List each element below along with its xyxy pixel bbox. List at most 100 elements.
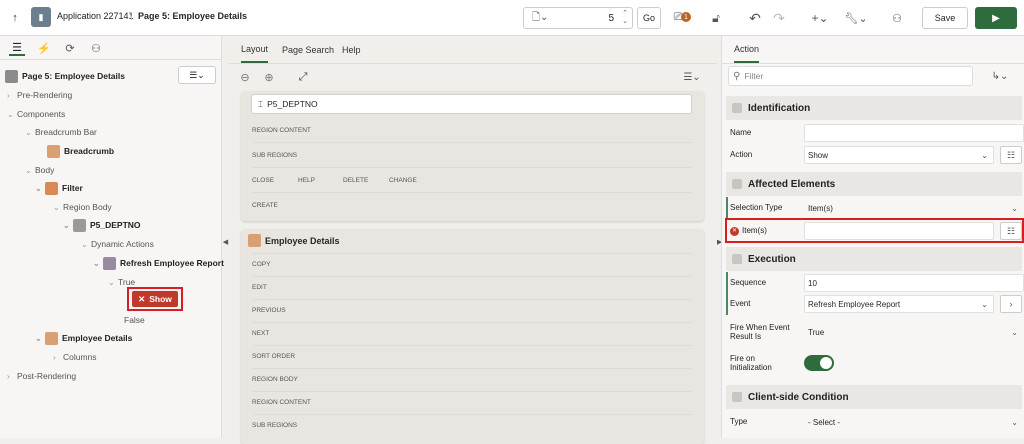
tab-action[interactable]: Action <box>734 36 760 63</box>
action-label: Action <box>730 150 753 160</box>
shared-components-icon[interactable]: ⚇ <box>886 8 908 28</box>
go-button[interactable]: Go <box>637 7 661 29</box>
label-edit: EDIT <box>252 284 267 291</box>
layout-menu-icon[interactable]: ☰⌄ <box>678 69 706 85</box>
filter-region-card[interactable]: ⌶ P5_DEPTNO REGION CONTENT SUB REGIONS CL… <box>241 91 704 221</box>
tree-components[interactable]: ⌄ Components <box>7 107 65 121</box>
tree-post-rendering[interactable]: › Post-Rendering <box>7 369 76 383</box>
item-icon <box>73 218 86 232</box>
chevron-down-icon: ⌄ <box>1011 327 1018 337</box>
layout-pane: Layout Page Search Help ⊖ ⊕ ⤢ ☰⌄ ⌶ P5_DEP… <box>229 36 717 444</box>
label-region-content: REGION CONTENT <box>252 127 311 134</box>
rendering-tree-pane: ☰ ⚡ ⟳ ⚇ Page 5: Employee Details ☰⌄ › Pre… <box>0 36 224 438</box>
items-input[interactable] <box>804 222 994 240</box>
tree-show-action[interactable]: ✕ Show <box>132 291 178 307</box>
sequence-input[interactable]: 10 <box>804 274 1024 292</box>
row-type: Type - Select - ⌄ <box>726 411 1022 433</box>
row-sequence: Sequence 10 <box>726 272 1024 294</box>
type-select[interactable]: - Select - ⌄ <box>804 413 1024 431</box>
items-label: Item(s) <box>742 226 767 236</box>
tab-layout[interactable]: Layout <box>241 36 269 63</box>
shared-tab-icon[interactable]: ⚇ <box>88 40 104 56</box>
rendering-tab-icon[interactable]: ☰ <box>9 40 25 56</box>
event-select[interactable]: Refresh Employee Report ⌄ <box>804 295 994 313</box>
run-page-button[interactable]: ▶ <box>975 7 1017 29</box>
tree-body[interactable]: ⌄ Body <box>25 163 54 177</box>
lock-icon[interactable]: 🔓︎ <box>705 8 727 28</box>
processing-tab-icon[interactable]: ⟳ <box>62 40 78 56</box>
tree-page-root[interactable]: Page 5: Employee Details <box>5 69 125 83</box>
name-input[interactable] <box>804 124 1024 142</box>
tree-menu-button[interactable]: ☰⌄ <box>178 66 216 84</box>
items-list-icon[interactable]: ☷ <box>1000 222 1022 240</box>
label-help: HELP <box>298 177 315 184</box>
row-selection-type: Selection Type Item(s) ⌄ <box>726 197 1022 219</box>
tree-columns[interactable]: › Columns <box>53 350 97 364</box>
section-identification[interactable]: Identification <box>726 96 1022 120</box>
section-affected-elements[interactable]: Affected Elements <box>726 172 1022 196</box>
row-action: Action Show ⌄ ☷ <box>726 144 1022 166</box>
save-button[interactable]: Save <box>922 7 968 29</box>
redo-icon[interactable]: ↷ <box>768 8 790 28</box>
zoom-in-icon[interactable]: ⊕ <box>261 69 277 85</box>
row-event: Event Refresh Employee Report ⌄ › <box>726 293 1022 315</box>
name-label: Name <box>730 128 752 138</box>
tab-help[interactable]: Help <box>342 36 361 63</box>
action-select[interactable]: Show ⌄ <box>804 146 994 164</box>
expand-icon[interactable]: ⤢ <box>295 69 311 85</box>
app-title[interactable]: Application 227141 <box>57 11 134 21</box>
app-icon[interactable]: ▮ <box>31 7 51 27</box>
page-selector[interactable]: 🗋⌄ 5 ⌃ ⌄ <box>523 7 633 29</box>
zoom-out-icon[interactable]: ⊖ <box>237 69 253 85</box>
section-execution[interactable]: Execution <box>726 247 1022 271</box>
label-previous: PREVIOUS <box>252 307 286 314</box>
action-list-icon[interactable]: ☷ <box>1000 146 1022 164</box>
tree-filter[interactable]: ⌄ Filter <box>35 181 83 195</box>
tree-false[interactable]: False <box>124 313 145 327</box>
type-label: Type <box>730 417 748 427</box>
p5-deptno-item[interactable]: ⌶ P5_DEPTNO <box>251 94 692 114</box>
label-change: CHANGE <box>389 177 417 184</box>
event-go-icon[interactable]: › <box>1000 295 1022 313</box>
up-arrow-icon[interactable]: ↑ <box>8 11 22 25</box>
utilities-wrench-icon[interactable]: 🔧︎⌄ <box>842 8 870 28</box>
splitter-left-arrow-icon[interactable]: ◀ <box>222 236 229 248</box>
items-label-wrap: ✕ Item(s) <box>730 220 767 242</box>
undo-icon[interactable]: ↶ <box>744 8 766 28</box>
chevron-down-icon: ⌄ <box>981 150 988 160</box>
dynamic-actions-tab-icon[interactable]: ⚡ <box>36 40 52 56</box>
tree-refresh-employee-report[interactable]: ⌄ Refresh Employee Report <box>93 256 224 270</box>
tab-page-search[interactable]: Page Search <box>282 36 334 63</box>
row-fire-on-init: Fire on Initialization <box>726 350 1022 376</box>
go-to-group-icon[interactable]: ↳⌄ <box>987 68 1013 84</box>
tree-breadcrumb-bar[interactable]: ⌄ Breadcrumb Bar <box>25 125 97 139</box>
section-client-side-condition[interactable]: Client-side Condition <box>726 385 1022 409</box>
tree-breadcrumb[interactable]: Breadcrumb <box>47 144 114 158</box>
report-icon <box>45 331 58 345</box>
search-icon: ⚲ <box>733 70 741 82</box>
tree-pre-rendering[interactable]: › Pre-Rendering <box>7 88 72 102</box>
employee-details-card[interactable]: Employee Details COPY EDIT PREVIOUS NEXT… <box>241 229 704 444</box>
divider <box>253 253 692 254</box>
label-copy: COPY <box>252 261 271 268</box>
tree-p5-deptno[interactable]: ⌄ P5_DEPTNO <box>63 218 141 232</box>
divider <box>253 167 692 168</box>
stepper-icon[interactable]: ⌃ ⌄ <box>622 10 628 26</box>
tree-region-body[interactable]: ⌄ Region Body <box>53 200 112 214</box>
tree-dynamic-actions[interactable]: ⌄ Dynamic Actions <box>81 237 154 251</box>
filter-input[interactable]: ⚲ Filter <box>728 66 973 86</box>
create-menu-icon[interactable]: +⌄ <box>806 8 834 28</box>
fire-when-select[interactable]: True ⌄ <box>804 323 1024 341</box>
page-number-input[interactable]: 5 <box>608 13 614 24</box>
fire-init-toggle[interactable] <box>804 355 834 371</box>
selection-type-select[interactable]: Item(s) ⌄ <box>804 199 1024 217</box>
required-bar <box>726 293 728 315</box>
selection-type-label: Selection Type <box>730 203 783 213</box>
chevron-down-icon: ⌄ <box>981 299 988 309</box>
label-sub-regions: SUB REGIONS <box>252 422 298 429</box>
lightning-icon <box>103 256 116 270</box>
tree-employee-details[interactable]: ⌄ Employee Details <box>35 331 132 345</box>
divider <box>253 276 692 277</box>
divider <box>253 322 692 323</box>
divider <box>253 391 692 392</box>
